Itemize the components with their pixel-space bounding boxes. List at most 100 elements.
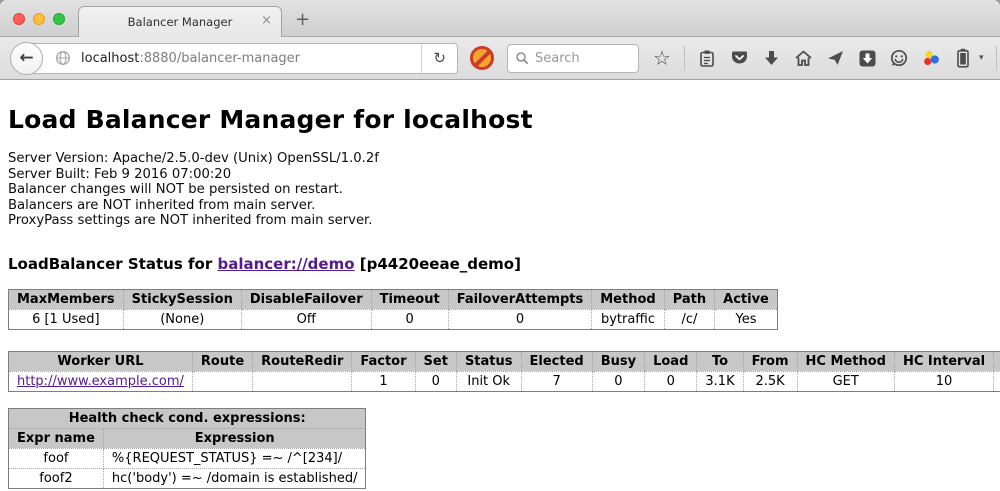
cell-disablefailover: Off [241,309,371,329]
col-load: Load [645,351,697,371]
toolbar-icons: ☆ [652,46,1000,70]
cell-failoverattempts: 0 [448,309,592,329]
server-version-line: Server Version: Apache/2.5.0-dev (Unix) … [8,151,992,167]
cell-active: Yes [715,309,778,329]
battery-icon[interactable] [953,47,973,69]
bookmark-star-icon[interactable]: ☆ [652,47,672,69]
search-bar[interactable] [507,44,639,73]
send-icon[interactable] [825,47,845,69]
table-row: foof %{REQUEST_STATUS} =~ /^[234]/ [9,448,366,468]
search-input[interactable] [535,51,625,66]
col-route: Route [192,351,252,371]
url-bar[interactable]: localhost:8880/balancer-manager ↻ [26,43,458,74]
navigation-toolbar: ← localhost:8880/balancer-manager ↻ ☆ [0,37,1000,80]
col-expression: Expression [103,428,366,448]
minimize-window-button[interactable] [33,13,45,25]
balancer-demo-link[interactable]: balancer://demo [217,255,354,273]
reload-button[interactable]: ↻ [421,44,457,73]
plugin-blocked-icon[interactable] [470,46,494,70]
battery-dropdown-icon[interactable]: ▾ [979,53,984,63]
close-tab-icon[interactable]: × [261,14,272,27]
download-helper-icon[interactable] [857,47,877,69]
table-row: http://www.example.com/ 1 0 Init Ok 7 0 … [9,371,1000,391]
col-status: Status [456,351,521,371]
cell-routeredir [253,371,352,391]
cell-timeout: 0 [371,309,448,329]
browser-window: Balancer Manager × + ← localhost:8880/ba… [0,0,1000,491]
status-prefix: LoadBalancer Status for [8,255,217,273]
cell-hc-interval: 10 [894,371,993,391]
new-tab-button[interactable]: + [295,9,310,30]
col-stickysession: StickySession [123,289,241,309]
col-busy: Busy [592,351,644,371]
globe-icon [53,47,73,69]
cell-route [192,371,252,391]
toolbar-separator [996,46,997,70]
cell-passes: 1 (0) [994,371,1000,391]
proxypass-note-line: ProxyPass settings are NOT inherited fro… [8,213,992,229]
url-path: :8880/balancer-manager [139,51,300,66]
cell-elected: 7 [521,371,592,391]
cell-set: 0 [415,371,456,391]
tab-title: Balancer Manager [128,15,233,29]
url-text: localhost:8880/balancer-manager [81,51,300,66]
col-expr-name: Expr name [9,428,104,448]
col-method: Method [592,289,664,309]
col-to: To [697,351,743,371]
cell-expression: %{REQUEST_STATUS} =~ /^[234]/ [103,448,366,468]
col-hc-method: HC Method [797,351,894,371]
table-header-row: Expr name Expression [9,428,366,448]
balancer-summary-table: MaxMembers StickySession DisableFailover… [8,289,778,330]
col-worker-url: Worker URL [9,351,193,371]
cell-hc-method: GET [797,371,894,391]
chat-smiley-icon[interactable] [889,47,909,69]
zoom-window-button[interactable] [53,13,65,25]
col-path: Path [664,289,714,309]
table-row: foof2 hc('body') =~ /domain is establish… [9,468,366,488]
cell-stickysession: (None) [123,309,241,329]
col-set: Set [415,351,456,371]
table-row: 6 [1 Used] (None) Off 0 0 bytraffic /c/ … [9,309,778,329]
cell-busy: 0 [592,371,644,391]
clipboard-icon[interactable] [697,47,717,69]
col-from: From [743,351,797,371]
back-button[interactable]: ← [10,42,43,75]
cell-expression: hc('body') =~ /domain is established/ [103,468,366,488]
url-host: localhost [81,51,139,66]
colored-dots-icon[interactable] [921,47,941,69]
cell-path: /c/ [664,309,714,329]
server-info: Server Version: Apache/2.5.0-dev (Unix) … [8,151,992,229]
col-passes: Passes [994,351,1000,371]
search-icon [515,51,529,65]
col-disablefailover: DisableFailover [241,289,371,309]
col-active: Active [715,289,778,309]
pocket-icon[interactable] [729,47,749,69]
cell-maxmembers: 6 [1 Used] [9,309,124,329]
window-controls [13,13,65,25]
page-title: Load Balancer Manager for localhost [8,105,992,134]
table-title-row: Health check cond. expressions: [9,408,366,428]
server-built-line: Server Built: Feb 9 2016 07:00:20 [8,167,992,183]
tab-balancer-manager[interactable]: Balancer Manager × [78,6,282,37]
persist-note-line: Balancer changes will NOT be persisted o… [8,182,992,198]
health-check-table: Health check cond. expressions: Expr nam… [8,408,366,489]
col-failoverattempts: FailoverAttempts [448,289,592,309]
home-icon[interactable] [793,47,813,69]
health-table-title: Health check cond. expressions: [9,408,366,428]
worker-table: Worker URL Route RouteRedir Factor Set S… [8,351,1000,392]
col-elected: Elected [521,351,592,371]
col-timeout: Timeout [371,289,448,309]
cell-factor: 1 [352,371,415,391]
loadbalancer-status-heading: LoadBalancer Status for balancer://demo … [8,255,992,273]
cell-load: 0 [645,371,697,391]
close-window-button[interactable] [13,13,25,25]
col-hc-interval: HC Interval [894,351,993,371]
col-routeredir: RouteRedir [253,351,352,371]
table-header-row: Worker URL Route RouteRedir Factor Set S… [9,351,1000,371]
tab-bar: Balancer Manager × + [0,0,1000,37]
status-suffix: [p4420eeae_demo] [355,255,521,273]
cell-method: bytraffic [592,309,664,329]
worker-url-link[interactable]: http://www.example.com/ [17,374,184,389]
download-arrow-icon[interactable] [761,47,781,69]
page-content: Load Balancer Manager for localhost Serv… [0,80,1000,491]
